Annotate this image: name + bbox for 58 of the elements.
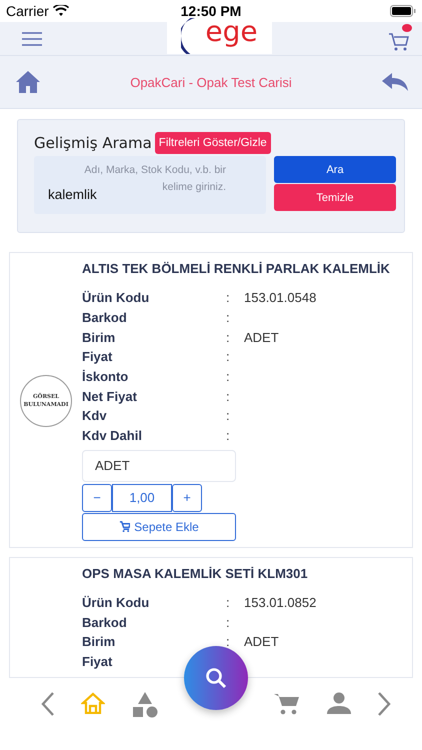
cart-icon[interactable]: [388, 32, 410, 52]
field-label: Fiyat: [82, 349, 114, 364]
wifi-icon: [52, 5, 69, 17]
product-name: ALTIS TEK BÖLMELİ RENKLİ PARLAK KALEMLİK: [82, 261, 391, 276]
field-label: Net Fiyat: [82, 388, 138, 404]
person-icon[interactable]: [326, 692, 351, 714]
battery-icon: [390, 5, 416, 17]
search-icon: [204, 666, 228, 690]
cart-icon: [119, 521, 130, 532]
field-value: 153.01.0852: [244, 594, 316, 610]
back-icon[interactable]: [382, 73, 408, 91]
logo: ege: [167, 18, 272, 54]
colon: :: [226, 290, 230, 306]
colon: :: [226, 330, 230, 345]
field-label: Barkod: [82, 310, 128, 326]
search-field[interactable]: Adı, Marka, Stok Kodu, v.b. bir kelime giriniz. kalemlik: [34, 156, 266, 214]
chevron-right-icon[interactable]: [376, 692, 391, 716]
field-label: Kdv Dahil: [82, 428, 143, 444]
filter-toggle-button[interactable]: Filtreleri Göster/Gizle: [154, 132, 271, 154]
field-label: Birim: [82, 634, 116, 650]
colon: :: [226, 634, 230, 650]
search-title: Gelişmiş Arama: [34, 134, 152, 152]
add-to-cart-button[interactable]: Sepete Ekle: [82, 512, 236, 540]
home-icon[interactable]: [16, 71, 40, 93]
quantity-field[interactable]: 1,00: [112, 484, 172, 512]
field-value: 153.01.0548: [244, 290, 316, 306]
colon: :: [226, 594, 230, 610]
field-label: Birim: [82, 330, 116, 345]
clock: 12:50 PM: [180, 3, 242, 19]
page-title: OpakCari - Opak Test Carisi: [130, 74, 292, 90]
menu-icon[interactable]: [22, 32, 42, 46]
field-label: İskonto: [82, 369, 130, 384]
field-label: Barkod: [82, 614, 128, 630]
field-label: Fiyat: [82, 654, 114, 669]
colon: :: [226, 369, 230, 384]
increase-button[interactable]: +: [172, 484, 202, 512]
colon: :: [226, 614, 230, 630]
search-fab[interactable]: [184, 646, 248, 710]
field-label: Ürün Kodu: [82, 290, 150, 306]
clear-button[interactable]: Temizle: [274, 184, 396, 211]
field-value: ADET: [244, 330, 279, 345]
chevron-left-icon[interactable]: [41, 692, 56, 716]
colon: :: [226, 349, 230, 364]
home-icon[interactable]: [81, 692, 106, 714]
field-label: Ürün Kodu: [82, 594, 150, 610]
decrease-button[interactable]: −: [82, 484, 112, 512]
cart-icon[interactable]: [274, 692, 300, 716]
colon: :: [226, 388, 230, 404]
product-name: OPS MASA KALEMLİK SETİ KLM301: [82, 566, 309, 580]
search-button[interactable]: Ara: [274, 156, 396, 183]
colon: :: [226, 428, 230, 444]
colon: :: [226, 310, 230, 326]
unit-select[interactable]: ADET: [82, 450, 236, 482]
field-value: ADET: [244, 634, 279, 650]
carrier-label: Carrier: [6, 3, 49, 19]
shapes-icon[interactable]: [132, 692, 158, 718]
colon: :: [226, 408, 230, 424]
field-label: Kdv: [82, 408, 108, 424]
